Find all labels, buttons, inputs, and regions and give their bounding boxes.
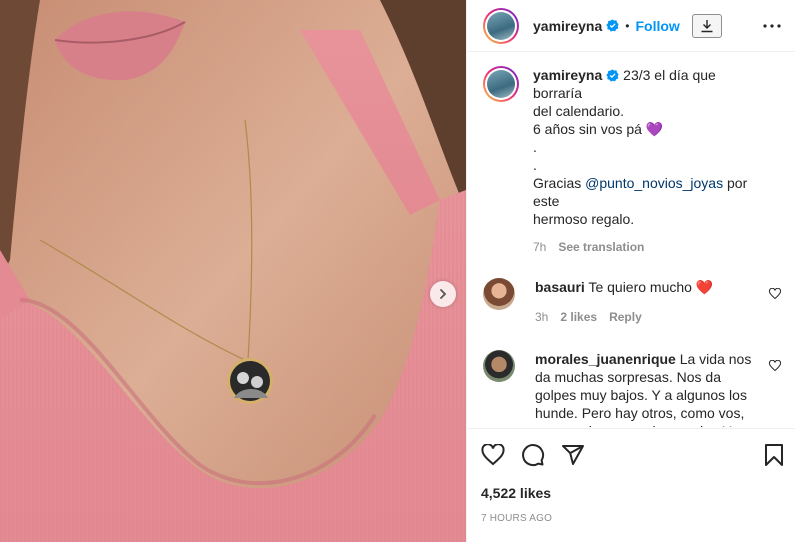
caption-line: . <box>533 157 537 173</box>
caption: yamireyna 23/3 el día que borraría del c… <box>483 66 779 256</box>
comment-bubble-icon[interactable] <box>521 443 545 467</box>
post-actions: 4,522 likes 7 HOURS AGO <box>467 428 795 542</box>
caption-avatar[interactable] <box>483 66 519 102</box>
more-options-button[interactable] <box>763 23 781 28</box>
author-avatar[interactable] <box>483 7 519 44</box>
caption-username[interactable]: yamireyna <box>533 67 602 83</box>
download-button[interactable] <box>691 13 722 38</box>
caption-line: hermoso regalo. <box>533 211 635 227</box>
post-side-panel: yamireyna • Follow yamireyna 23/3 el día… <box>466 0 795 542</box>
likes-count[interactable]: 4,522 likes <box>481 485 784 501</box>
download-icon <box>701 19 713 32</box>
author-username[interactable]: yamireyna <box>533 18 602 34</box>
verified-badge-icon <box>606 19 619 32</box>
comment-item: morales_juanenrique La vida nos da mucha… <box>483 350 781 427</box>
like-heart-icon[interactable] <box>481 444 505 466</box>
photo-image <box>0 0 466 542</box>
save-bookmark-icon[interactable] <box>764 443 784 467</box>
next-photo-button[interactable] <box>430 281 456 307</box>
comment-text: Te quiero mucho ❤️ <box>588 279 714 295</box>
reply-button[interactable]: Reply <box>609 308 642 326</box>
post-header: yamireyna • Follow <box>467 0 795 52</box>
chevron-right-icon <box>440 289 447 299</box>
post-photo[interactable] <box>0 0 466 542</box>
caption-line: 6 años sin vos pá 💜 <box>533 121 664 137</box>
commenter-avatar[interactable] <box>483 350 515 382</box>
caption-time[interactable]: 7h <box>533 238 546 256</box>
comment-time[interactable]: 3h <box>535 308 548 326</box>
separator-dot: • <box>625 18 630 33</box>
commenter-avatar[interactable] <box>483 278 515 310</box>
caption-line: . <box>533 139 537 155</box>
comment-username[interactable]: morales_juanenrique <box>535 351 676 367</box>
verified-badge-icon <box>606 69 619 82</box>
comment-likes[interactable]: 2 likes <box>560 308 597 326</box>
caption-line: del calendario. <box>533 103 625 119</box>
caption-mention-link[interactable]: @punto_novios_joyas <box>585 175 723 191</box>
see-translation-link[interactable]: See translation <box>558 238 644 256</box>
comment-username[interactable]: basauri <box>535 279 585 295</box>
comment-item: basauri Te quiero mucho ❤️ 3h 2 likes Re… <box>483 278 781 326</box>
caption-thanks: Gracias <box>533 175 586 191</box>
follow-button[interactable]: Follow <box>635 18 679 34</box>
share-send-icon[interactable] <box>561 443 585 467</box>
like-comment-heart-icon[interactable] <box>769 288 781 300</box>
comments-list[interactable]: yamireyna 23/3 el día que borraría del c… <box>467 52 795 427</box>
post-timestamp[interactable]: 7 HOURS AGO <box>481 513 784 524</box>
like-comment-heart-icon[interactable] <box>769 360 781 372</box>
more-dots-icon <box>763 23 781 28</box>
